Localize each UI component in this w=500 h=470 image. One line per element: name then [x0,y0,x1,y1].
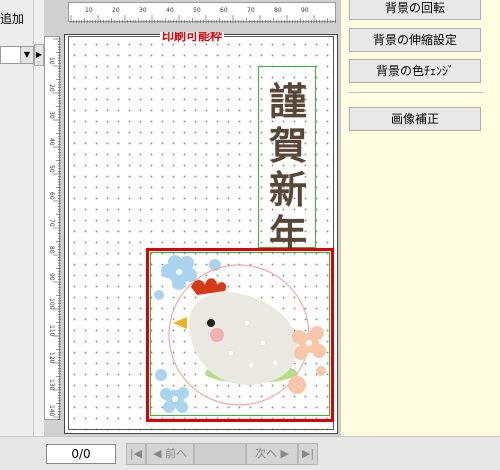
last-page-button[interactable]: ▶| [298,443,318,465]
printable-area-label: 印刷可能枠 [160,32,225,43]
orange-flower-icon [316,366,326,376]
blue-flower-icon [160,387,189,413]
ruler-tick: 40 [166,7,174,14]
ruler-tick: 50 [48,165,55,173]
rooster-icon [173,278,298,385]
ruler-tick: 80 [48,246,55,254]
left-ruler: 10 20 30 40 50 60 70 80 90 100 110 120 1… [44,36,61,421]
ruler-tick: 90 [301,7,309,14]
top-ruler: 10 20 30 40 50 60 70 80 90 [68,2,336,23]
image-correction-button[interactable]: 画像補正 [349,107,481,131]
ruler-tick: 10 [48,57,55,65]
ruler-tick: 110 [48,325,55,337]
page-counter: 0/0 [46,444,116,464]
stretch-background-button[interactable]: 背景の伸縮設定 [349,28,481,52]
divider [349,92,483,94]
chevron-down-icon[interactable]: ▼ [20,47,33,63]
ruler-tick: 10 [85,7,93,14]
ruler-tick: 80 [274,7,282,14]
next-label: 次へ [255,447,278,460]
prev-label: 前へ [164,447,187,460]
greeting-text-box[interactable]: 謹 賀 新 年 [258,66,316,256]
ruler-tick: 140 [48,405,55,417]
ruler-tick: 70 [247,7,255,14]
ruler-tick: 20 [112,7,120,14]
ruler-tick: 60 [48,192,55,200]
rotate-background-button[interactable]: 背景の回転 [349,0,481,20]
blue-flower-icon [155,369,167,381]
ruler-tick: 70 [48,219,55,227]
ruler-tick: 40 [48,138,55,146]
change-background-color-button[interactable]: 背景の色ﾁｪﾝｼﾞ [349,59,481,83]
prev-page-button[interactable]: ◀ 前へ [146,443,194,465]
collapse-arrow-icon[interactable]: ▶ [34,44,44,66]
rooster-illustration[interactable] [150,252,330,416]
ruler-tick: 30 [139,7,147,14]
left-panel [0,0,34,436]
page-nav-track [194,443,246,465]
ruler-tick: 50 [193,7,201,14]
blue-flower-icon [161,255,197,290]
add-label[interactable]: 追加 [0,10,24,27]
ruler-tick: 30 [48,111,55,119]
first-page-button[interactable]: |◀ [126,443,146,465]
ruler-tick: 100 [48,298,55,310]
ruler-tick: 20 [48,84,55,92]
ruler-tick: 130 [48,379,55,391]
orange-flower-icon [288,376,306,394]
ruler-tick: 60 [220,7,228,14]
next-page-button[interactable]: 次へ ▶ [246,443,298,465]
blue-flower-icon [154,290,164,300]
left-dropdown[interactable]: ▼ [0,46,34,64]
ruler-tick: 90 [48,273,55,281]
ruler-tick: 120 [48,352,55,364]
